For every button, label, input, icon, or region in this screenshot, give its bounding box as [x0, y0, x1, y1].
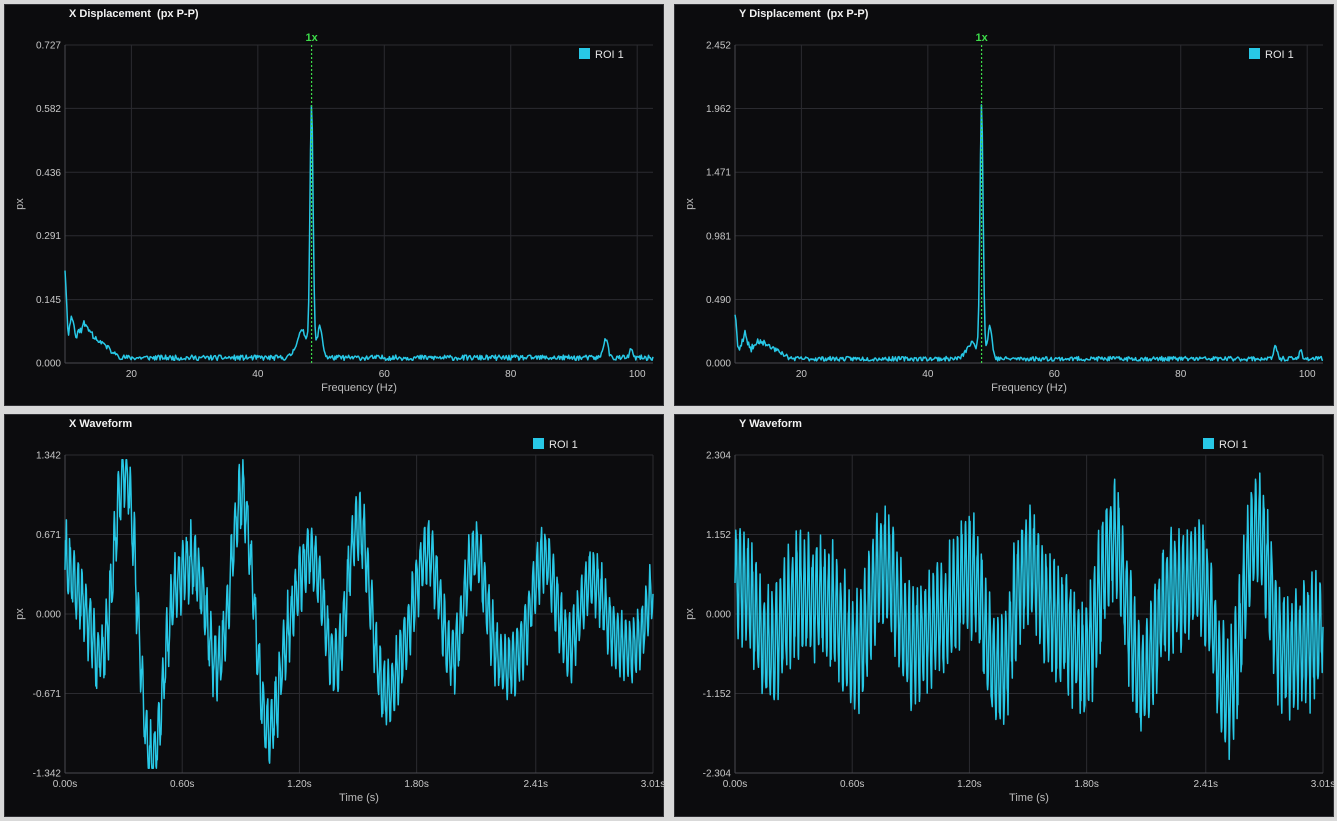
- legend-swatch: [533, 438, 544, 449]
- y-tick-label: 0.436: [36, 168, 61, 179]
- x-tick-label: 100: [1299, 369, 1316, 380]
- legend-swatch: [579, 48, 590, 59]
- x-tick-label: 40: [922, 369, 934, 380]
- y-axis-label: px: [14, 608, 26, 620]
- grid: [65, 44, 653, 364]
- x-tick-label: 0.60s: [170, 779, 194, 790]
- x-tick-label: 1.80s: [1074, 779, 1098, 790]
- y-tick-label: -1.152: [703, 689, 732, 700]
- y-tick-label: 0.727: [36, 41, 61, 52]
- y-axis-label: px: [684, 608, 696, 620]
- y-axis-label: px: [14, 198, 26, 210]
- y-tick-label: 0.145: [36, 295, 61, 306]
- x-tick-label: 1.20s: [287, 779, 311, 790]
- y-tick-label: 0.582: [36, 104, 61, 115]
- legend-label: ROI 1: [1219, 439, 1248, 451]
- legend-swatch: [1203, 438, 1214, 449]
- y-tick-label: -0.671: [33, 689, 62, 700]
- y-tick-label: 1.152: [706, 530, 731, 541]
- legend[interactable]: ROI 1: [579, 48, 624, 61]
- x-tick-label: 20: [796, 369, 808, 380]
- y-tick-label: 2.452: [706, 41, 731, 52]
- legend-swatch: [1249, 48, 1260, 59]
- x-tick-label: 1.80s: [404, 779, 428, 790]
- x-tick-label: 60: [379, 369, 391, 380]
- y-tick-label: 0.981: [706, 231, 731, 242]
- x-tick-label: 2.41s: [1194, 779, 1218, 790]
- y-tick-label: -2.304: [703, 769, 732, 780]
- x-axis-label: Frequency (Hz): [991, 382, 1067, 394]
- y-displacement-panel: Y Displacement (px P-P) 20 40 60 80 100 0.000…: [674, 4, 1334, 406]
- x-waveform-chart[interactable]: 0.00s 0.60s 1.20s 1.80s 2.41s 3.01s -1.342 -0.6…: [5, 415, 665, 817]
- y-tick-label: 0.000: [706, 359, 731, 370]
- legend[interactable]: ROI 1: [533, 438, 578, 451]
- y-displacement-chart[interactable]: 20 40 60 80 100 0.000 0.490 0.981 1.471 1.962 2.45…: [675, 5, 1335, 407]
- x-axis-label: Time (s): [339, 792, 379, 804]
- y-tick-label: 0.000: [36, 610, 61, 621]
- y-tick-label: 0.291: [36, 231, 61, 242]
- series-line-roi-1[interactable]: [64, 104, 654, 362]
- x-axis-label: Frequency (Hz): [321, 382, 397, 394]
- y-waveform-panel: Y Waveform 0.00s 0.60s 1.20s 1.80s 2.41s 3.01…: [674, 414, 1335, 817]
- legend[interactable]: ROI 1: [1249, 48, 1294, 61]
- marker-label: 1x: [975, 32, 988, 44]
- x-tick-label: 60: [1049, 369, 1061, 380]
- x-tick-label: 0.60s: [840, 779, 864, 790]
- y-axis-label: px: [684, 198, 696, 210]
- y-tick-label: 2.304: [706, 451, 731, 462]
- x-tick-label: 3.01s: [1311, 779, 1335, 790]
- series-line-roi-1[interactable]: [734, 104, 1324, 362]
- y-tick-label: 1.962: [706, 104, 731, 115]
- x-tick-label: 80: [505, 369, 517, 380]
- legend-label: ROI 1: [1265, 49, 1294, 61]
- legend[interactable]: ROI 1: [1203, 438, 1248, 451]
- y-waveform-chart[interactable]: 0.00s 0.60s 1.20s 1.80s 2.41s 3.01s -2.304 -1.1…: [675, 415, 1335, 817]
- x-tick-label: 80: [1175, 369, 1187, 380]
- y-tick-label: 0.671: [36, 530, 61, 541]
- y-tick-label: 0.000: [706, 610, 731, 621]
- series-line-roi-1[interactable]: [734, 472, 1324, 761]
- grid: [735, 44, 1323, 364]
- y-tick-label: 0.000: [36, 359, 61, 370]
- y-tick-label: 1.471: [706, 168, 731, 179]
- x-waveform-panel: X Waveform 0.00s 0.60s 1.20s 1.80s 2.41s 3.01…: [4, 414, 665, 817]
- x-tick-label: 40: [252, 369, 264, 380]
- x-tick-label: 3.01s: [641, 779, 665, 790]
- x-tick-label: 20: [126, 369, 138, 380]
- x-tick-label: 100: [629, 369, 646, 380]
- x-tick-label: 1.20s: [957, 779, 981, 790]
- marker-label: 1x: [305, 32, 318, 44]
- x-tick-label: 0.00s: [53, 779, 77, 790]
- y-tick-label: 0.490: [706, 295, 731, 306]
- y-tick-label: -1.342: [33, 769, 62, 780]
- x-tick-label: 2.41s: [524, 779, 548, 790]
- x-displacement-chart[interactable]: 20 40 60 80 100 0.000 0.145 0.291 0.436 0.582 0.72…: [5, 5, 665, 407]
- legend-label: ROI 1: [595, 49, 624, 61]
- x-displacement-panel: X Displacement (px P-P) 20 40 60 80 100 0.000…: [4, 4, 664, 406]
- legend-label: ROI 1: [549, 439, 578, 451]
- y-tick-label: 1.342: [36, 451, 61, 462]
- x-tick-label: 0.00s: [723, 779, 747, 790]
- x-axis-label: Time (s): [1009, 792, 1049, 804]
